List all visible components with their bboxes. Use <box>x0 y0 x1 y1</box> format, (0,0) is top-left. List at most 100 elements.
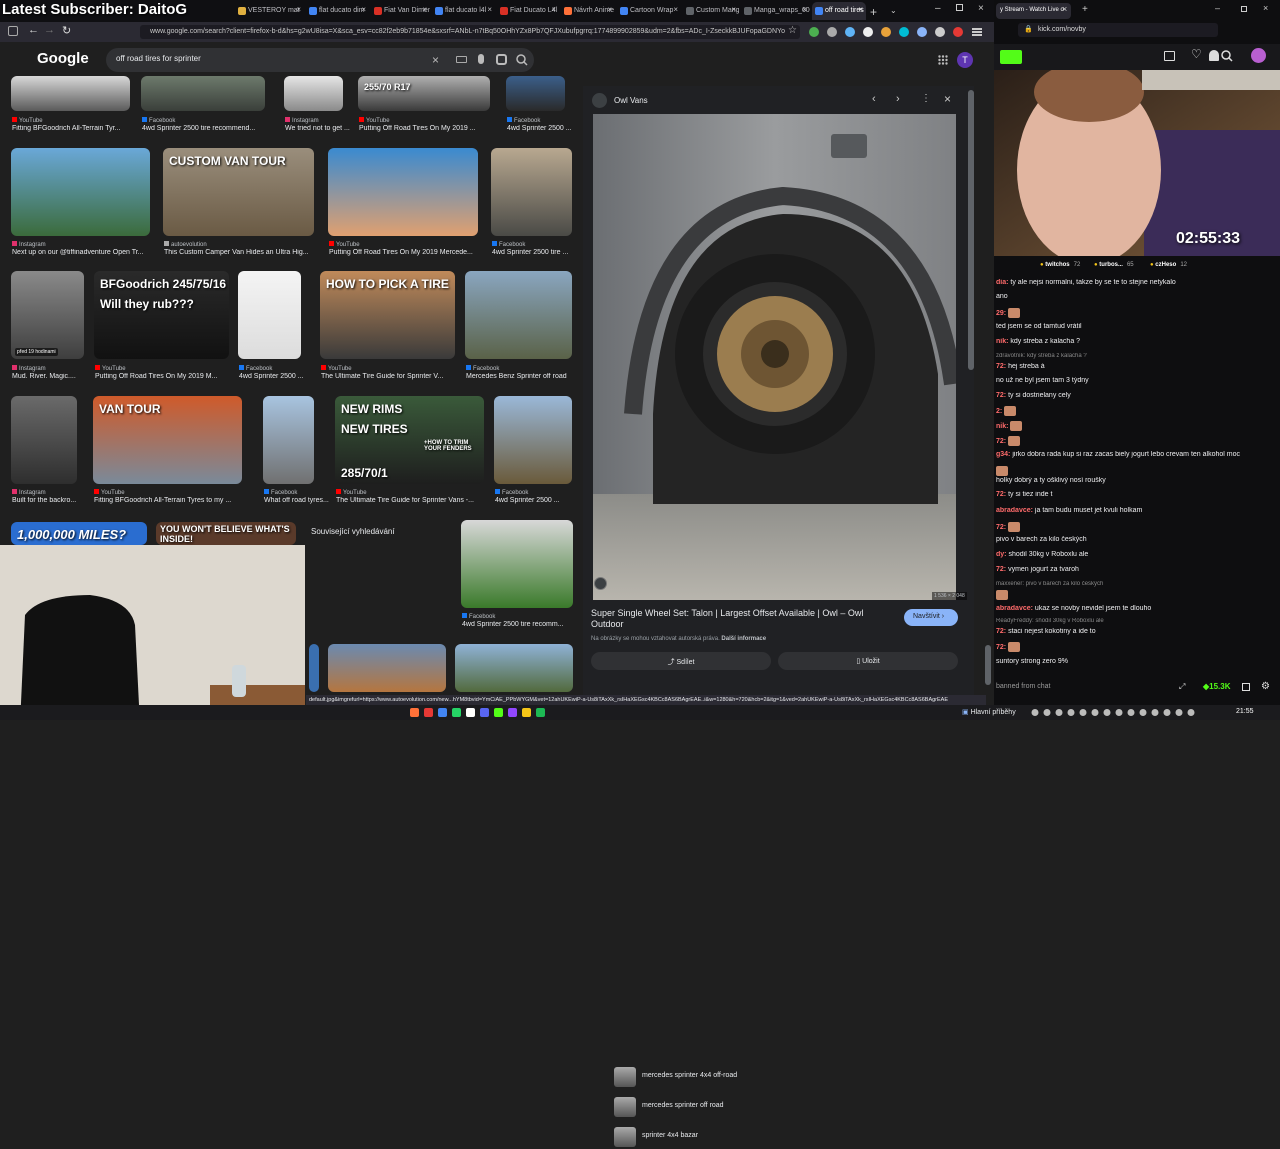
back-icon[interactable]: ← <box>28 24 39 36</box>
result-title[interactable]: Fitting BFGoodrich All-Terrain Tyr... <box>12 125 151 132</box>
related-search-item[interactable]: sprinter 4x4 bazar <box>610 1125 760 1149</box>
result-source[interactable]: autoevolution <box>164 241 315 248</box>
lens-icon[interactable] <box>496 54 507 65</box>
result-title[interactable]: Putting Off Road Tires On My 2019 ... <box>359 125 511 132</box>
result-title[interactable]: 4wd Sprinter 2500 ... <box>239 373 322 380</box>
new-tab-button[interactable]: + <box>870 5 877 19</box>
result-image[interactable] <box>494 396 572 484</box>
result-source[interactable]: Facebook <box>462 613 495 620</box>
tab-close-icon[interactable]: × <box>673 5 678 14</box>
apps-grid-icon[interactable] <box>938 55 948 65</box>
result-source[interactable]: YouTube <box>359 117 491 124</box>
account-avatar[interactable]: T <box>957 52 973 68</box>
result-image[interactable] <box>455 644 573 692</box>
result-source[interactable]: Facebook <box>466 365 573 372</box>
result-source[interactable]: Instagram <box>285 117 344 124</box>
result-image[interactable] <box>461 520 573 608</box>
chat-username[interactable]: dy: <box>996 551 1007 558</box>
chat-username[interactable]: 72: <box>996 491 1006 498</box>
chat-username[interactable]: 72: <box>996 644 1006 651</box>
tab-close-icon[interactable]: × <box>296 5 301 14</box>
chat-username[interactable]: 72: <box>996 628 1006 635</box>
chat-username[interactable]: 72: <box>996 438 1006 445</box>
gifter-badge[interactable]: ● czHeso 12 <box>1150 262 1187 268</box>
result-image[interactable] <box>284 76 343 111</box>
chat-rules-icon[interactable] <box>1242 683 1250 691</box>
minimize-icon[interactable]: – <box>935 3 941 14</box>
browser-tab[interactable]: Návrh Anime M× <box>561 2 615 20</box>
chat-username[interactable]: g34: <box>996 451 1010 458</box>
chat-username[interactable]: 72: <box>996 363 1006 370</box>
result-title[interactable]: Putting Off Road Tires On My 2019 M... <box>95 373 250 380</box>
browser-tab[interactable]: Cartoon Wrap × <box>617 2 681 20</box>
result-title[interactable]: 4wd Sprinter 2500 tire recommend... <box>142 125 286 132</box>
result-image[interactable] <box>491 148 572 236</box>
result-source[interactable]: Facebook <box>142 117 266 124</box>
kick-user-avatar[interactable] <box>1251 48 1266 63</box>
result-image[interactable]: NEW RIMS NEW TIRES 285/70/1 +HOW TO TRIM YO… <box>335 396 484 484</box>
result-image[interactable] <box>11 148 150 236</box>
chat-username[interactable]: dia: <box>996 279 1008 286</box>
tab-close-icon[interactable]: × <box>422 5 427 14</box>
chat-username[interactable]: 2: <box>996 408 1002 415</box>
result-title[interactable]: Mud. River. Magic.... <box>12 373 105 380</box>
search-input[interactable]: off road tires for sprinter <box>106 48 534 72</box>
result-image[interactable] <box>506 76 565 111</box>
browser-tab[interactable]: off road tires × <box>812 2 866 20</box>
browser-tab[interactable]: flat ducato dim × <box>306 2 369 20</box>
result-image[interactable] <box>11 396 77 484</box>
kick-url-bar[interactable]: kick.com/novby <box>1018 23 1218 37</box>
next-image-icon[interactable]: › <box>896 93 900 105</box>
chat-username[interactable]: abradavce: <box>996 605 1033 612</box>
chat-emote-icon[interactable]: ⤢ <box>1179 682 1185 692</box>
kick-search-icon[interactable] <box>1221 50 1233 62</box>
result-title[interactable]: The Ultimate Tire Guide for Sprinter Van… <box>336 497 505 504</box>
chat-settings-icon[interactable]: ⚙ <box>1261 681 1270 692</box>
result-title[interactable]: 4wd Sprinter 2500 tire ... <box>492 249 593 256</box>
result-image[interactable]: 255/70 R17 <box>358 76 490 111</box>
tab-close-icon[interactable]: × <box>731 5 736 14</box>
chat-username[interactable]: 72: <box>996 566 1006 573</box>
result-source[interactable]: Instagram <box>12 365 85 372</box>
result-image[interactable] <box>465 271 572 359</box>
result-source[interactable]: YouTube <box>321 365 456 372</box>
close-preview-icon[interactable]: × <box>944 92 951 106</box>
tab-close-icon[interactable]: × <box>607 5 612 14</box>
chat-input[interactable]: banned from chat <box>996 680 1170 694</box>
result-title[interactable]: 4wd Sprinter 2500 ... <box>507 125 586 132</box>
forward-icon[interactable]: → <box>44 24 55 36</box>
result-source[interactable]: YouTube <box>329 241 479 248</box>
result-source[interactable]: Facebook <box>239 365 302 372</box>
result-title[interactable]: What off road tyres... <box>264 497 335 504</box>
keyboard-icon[interactable] <box>456 56 467 63</box>
result-title[interactable]: The Ultimate Tire Guide for Sprinter V..… <box>321 373 476 380</box>
previous-image-icon[interactable]: ‹ <box>872 93 876 105</box>
gifter-badge[interactable]: ● turbos... 65 <box>1094 262 1134 268</box>
chat-username[interactable]: 72: <box>996 392 1006 399</box>
chat-username[interactable]: 72: <box>996 524 1006 531</box>
google-logo[interactable]: Google <box>37 50 89 67</box>
kick-minimize-icon[interactable]: – <box>1215 3 1220 13</box>
result-title[interactable]: Next up on our @tiffinadventure Open Tr.… <box>12 249 171 256</box>
search-icon[interactable] <box>516 54 528 66</box>
microphone-icon[interactable] <box>478 54 484 64</box>
result-title[interactable]: Built for the backro... <box>12 497 98 504</box>
browser-tab[interactable]: flat ducato l4l × <box>432 2 495 20</box>
chat-username[interactable]: 29: <box>996 310 1006 317</box>
result-source[interactable]: Facebook <box>492 241 573 248</box>
result-source[interactable]: Instagram <box>12 489 78 496</box>
result-image[interactable]: VAN TOUR <box>93 396 242 484</box>
kick-new-tab-button[interactable]: + <box>1082 4 1088 15</box>
result-title[interactable]: 4wd Sprinter 2500 tire recomm... <box>462 621 577 628</box>
kick-notifications-icon[interactable] <box>1209 50 1219 61</box>
sidebar-icon[interactable] <box>8 26 18 36</box>
result-title[interactable]: Mercedes Benz Sprinter off road <box>466 373 593 380</box>
tab-close-icon[interactable]: × <box>487 5 492 14</box>
related-search-item[interactable]: mercedes sprinter off road <box>610 1095 760 1119</box>
browser-tab[interactable]: Custom Manga × <box>683 2 739 20</box>
result-source[interactable]: Facebook <box>264 489 315 496</box>
tray-icons[interactable] <box>1030 708 1230 717</box>
result-source[interactable]: YouTube <box>94 489 243 496</box>
result-source[interactable]: YouTube <box>12 117 131 124</box>
result-source[interactable]: YouTube <box>95 365 230 372</box>
